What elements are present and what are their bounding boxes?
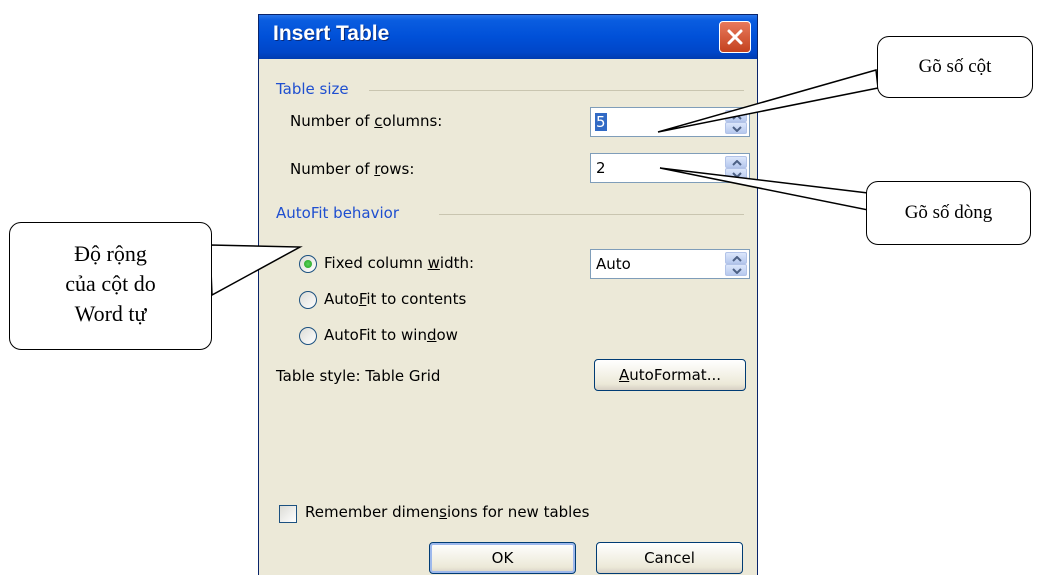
width-callout-pointer <box>209 244 303 297</box>
rows-callout: Gõ số dòng <box>866 181 1031 245</box>
columns-callout-pointer <box>657 69 879 133</box>
column-width-callout: Độ rộng của cột do Word tự <box>9 222 212 350</box>
rows-callout-pointer <box>659 167 869 211</box>
columns-callout: Gõ số cột <box>877 36 1033 98</box>
